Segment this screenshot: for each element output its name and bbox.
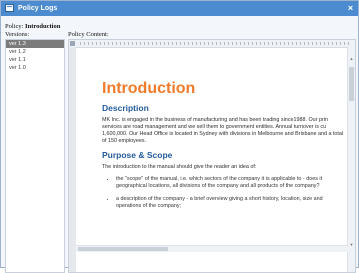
ruler-ticks [80,42,349,45]
ruler-button[interactable] [70,41,75,46]
scroll-up-icon[interactable]: ▲ [349,56,354,61]
version-item-1-3[interactable]: ver 1.3 [6,40,64,48]
vertical-scrollbar[interactable]: ▲ ▼ [347,47,355,272]
scroll-down-icon[interactable]: ▼ [349,242,354,247]
description-heading: Description [102,103,149,113]
horizontal-scroll-thumb[interactable] [78,247,168,251]
description-text: MK Inc. is engaged in the business of ma… [102,117,344,144]
ruler [69,40,355,48]
title-bar: Policy Logs × [1,1,358,16]
vertical-scroll-thumb[interactable] [349,67,354,101]
horizontal-scrollbar[interactable] [76,245,348,252]
versions-list[interactable]: ver 1.3 ver 1.2 ver 1.1 ver 1.0 [5,39,65,273]
doc-title: Introduction [102,80,196,97]
version-item-1-0[interactable]: ver 1.0 [6,64,64,72]
window-title: Policy Logs [18,5,58,12]
scope-bullet: a description of the company - a brief o… [116,196,348,210]
version-item-1-2[interactable]: ver 1.2 [6,48,64,56]
window-icon [5,4,14,12]
scope-bullet: the "scope" of the manual, i.e. which se… [116,176,348,190]
close-icon[interactable]: × [345,3,356,14]
policy-document: Introduction Description MK Inc. is enga… [102,80,348,216]
purpose-text: The introduction to the manual should gi… [102,164,257,170]
policy-content-label: Policy Content: [68,31,109,38]
version-item-1-1[interactable]: ver 1.1 [6,56,64,64]
purpose-heading: Purpose & Scope [102,150,173,160]
left-margin [69,47,76,272]
policy-label: Policy: [5,23,24,30]
policy-name: Introduction [25,23,61,30]
scope-list: the "scope" of the manual, i.e. which se… [116,176,348,210]
policy-content-panel: Introduction Description MK Inc. is enga… [68,39,356,273]
versions-label: Versions: [5,31,30,38]
policy-logs-window: Policy Logs × Policy: Introduction Versi… [0,0,359,273]
policy-info: Policy: Introduction [5,23,60,30]
